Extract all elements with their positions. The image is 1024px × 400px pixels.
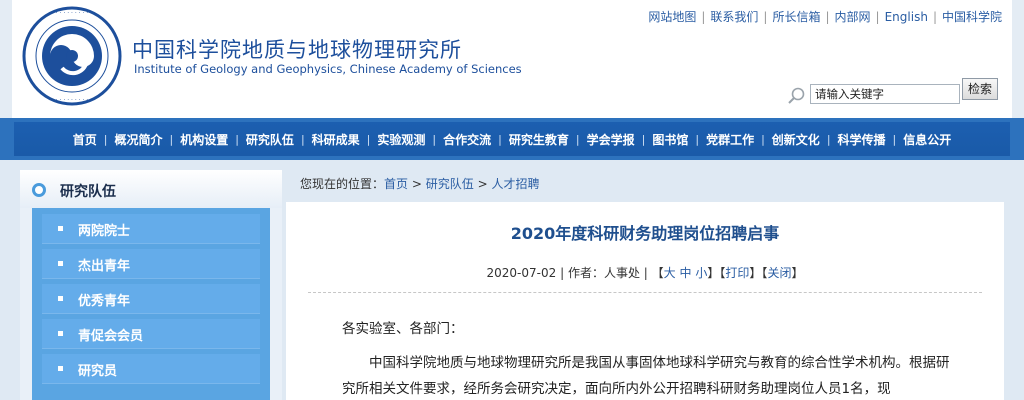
nav-item-info-disclosure[interactable]: 信息公开 [896, 131, 958, 148]
article-author: 人事处 [603, 266, 640, 280]
sidebar-item-label: 研究员 [78, 364, 118, 379]
sidebar-item-youth-promotion[interactable]: 青促会会员 [42, 319, 260, 349]
nav-item-journals[interactable]: 学会学报 [580, 131, 642, 148]
top-link-director-mailbox[interactable]: 所长信箱 [772, 10, 820, 24]
bullet-circle-icon [32, 183, 46, 197]
search-input[interactable] [810, 84, 960, 104]
sidebar-item-academicians[interactable]: 两院院士 [42, 214, 260, 244]
font-size-bracket: 【 [651, 266, 664, 280]
breadcrumb-separator: > [411, 177, 422, 191]
breadcrumb-research-team[interactable]: 研究队伍 [426, 177, 474, 191]
font-size-large-button[interactable]: 大 [664, 266, 676, 280]
search-icon [788, 87, 805, 104]
nav-item-cooperation[interactable]: 合作交流 [436, 131, 498, 148]
nav-item-innovation-culture[interactable]: 创新文化 [765, 131, 827, 148]
nav-item-party-affairs[interactable]: 党群工作 [699, 131, 761, 148]
top-link-contact[interactable]: 联系我们 [710, 10, 758, 24]
nav-item-home[interactable]: 首页 [66, 131, 104, 148]
top-link-intranet[interactable]: 内部网 [835, 10, 871, 24]
institute-logo-icon[interactable]: · · · · · · · · · · · · · · · · · · [22, 6, 122, 106]
font-size-medium-button[interactable]: 中 [680, 266, 692, 280]
close-button[interactable]: 关闭 [767, 266, 791, 280]
square-bullet-icon [58, 331, 63, 336]
breadcrumb-home[interactable]: 首页 [384, 177, 408, 191]
top-link-separator: | [932, 10, 937, 24]
nav-item-organization[interactable]: 机构设置 [173, 131, 235, 148]
top-links: 网站地图 | 联系我们 | 所长信箱 | 内部网 | English | 中国科学院 [648, 8, 1002, 25]
meta-separator: | [556, 266, 568, 280]
sidebar-item-excellent-youth[interactable]: 优秀青年 [42, 284, 260, 314]
breadcrumb-prefix: 您现在的位置： [300, 177, 385, 191]
breadcrumb-recruitment[interactable]: 人才招聘 [491, 177, 539, 191]
article-title: 2020年度科研财务助理岗位招聘启事 [510, 224, 780, 243]
sidebar-item-distinguished-youth[interactable]: 杰出青年 [42, 249, 260, 279]
sidebar: 研究队伍 两院院士 杰出青年 优秀青年 青促会会员 研究员 [20, 170, 282, 400]
print-bracket: 】 [749, 266, 762, 280]
close-bracket: 】 [791, 266, 804, 280]
article-date: 2020-07-02 [486, 266, 557, 280]
font-size-small-button[interactable]: 小 [695, 266, 707, 280]
breadcrumb-separator: > [477, 177, 488, 191]
top-link-separator: | [875, 10, 880, 24]
square-bullet-icon [58, 366, 63, 371]
top-link-separator: | [763, 10, 768, 24]
sidebar-item-label: 青促会会员 [78, 329, 144, 344]
svg-text:· · · · · · · · ·: · · · · · · · · · [56, 97, 89, 104]
font-size-bracket: 】 [707, 266, 720, 280]
nav-item-research-team[interactable]: 研究队伍 [239, 131, 301, 148]
sidebar-item-label: 两院院士 [78, 224, 131, 239]
author-label: 作者： [567, 266, 604, 280]
meta-separator: | [639, 266, 652, 280]
nav-item-research-results[interactable]: 科研成果 [305, 131, 367, 148]
nav-item-overview[interactable]: 概况简介 [107, 131, 169, 148]
print-button[interactable]: 打印 [725, 266, 749, 280]
top-link-cas[interactable]: 中国科学院 [942, 10, 1002, 24]
sidebar-item-label: 杰出青年 [78, 259, 131, 274]
breadcrumb: 您现在的位置：首页 > 研究队伍 > 人才招聘 [300, 175, 540, 192]
top-link-separator: | [825, 10, 830, 24]
article: 2020年度科研财务助理岗位招聘启事 2020-07-02 | 作者：人事处 |… [286, 202, 1004, 400]
article-meta: 2020-07-02 | 作者：人事处 | 【大 中 小】【打印】【关闭】 [286, 264, 1004, 281]
search-button[interactable]: 检索 [962, 78, 998, 100]
sidebar-menu: 两院院士 杰出青年 优秀青年 青促会会员 研究员 [32, 208, 270, 400]
sidebar-item-researchers[interactable]: 研究员 [42, 354, 260, 384]
square-bullet-icon [58, 226, 63, 231]
nav-item-graduate-education[interactable]: 研究生教育 [502, 131, 576, 148]
svg-text:· · · · · · · · ·: · · · · · · · · · [56, 10, 89, 17]
nav-item-science-communication[interactable]: 科学传播 [831, 131, 893, 148]
article-greeting: 各实验室、各部门： [342, 321, 464, 337]
sidebar-item-label: 优秀青年 [78, 294, 131, 309]
nav-item-labs[interactable]: 实验观测 [370, 131, 432, 148]
square-bullet-icon [58, 261, 63, 266]
sidebar-title: 研究队伍 [60, 184, 116, 200]
site-name-english: Institute of Geology and Geophysics, Chi… [134, 62, 522, 76]
top-link-separator: | [701, 10, 706, 24]
site-name-chinese: 中国科学院地质与地球物理研究所 [132, 38, 462, 62]
top-link-english[interactable]: English [885, 10, 928, 24]
main-nav: 首页 | 概况简介 | 机构设置 | 研究队伍 | 科研成果 | 实验观测 | 合作交流 | … [14, 122, 1010, 156]
article-paragraph: 中国科学院地质与地球物理研究所是我国从事固体地球科学研究与教育的综合性学术机构。… [342, 355, 950, 397]
main-content: 您现在的位置：首页 > 研究队伍 > 人才招聘 2020年度科研财务助理岗位招聘… [282, 170, 1012, 400]
top-link-sitemap[interactable]: 网站地图 [648, 10, 696, 24]
article-divider [308, 292, 982, 293]
nav-item-library[interactable]: 图书馆 [645, 131, 695, 148]
sidebar-title-bar: 研究队伍 [20, 170, 282, 208]
square-bullet-icon [58, 296, 63, 301]
